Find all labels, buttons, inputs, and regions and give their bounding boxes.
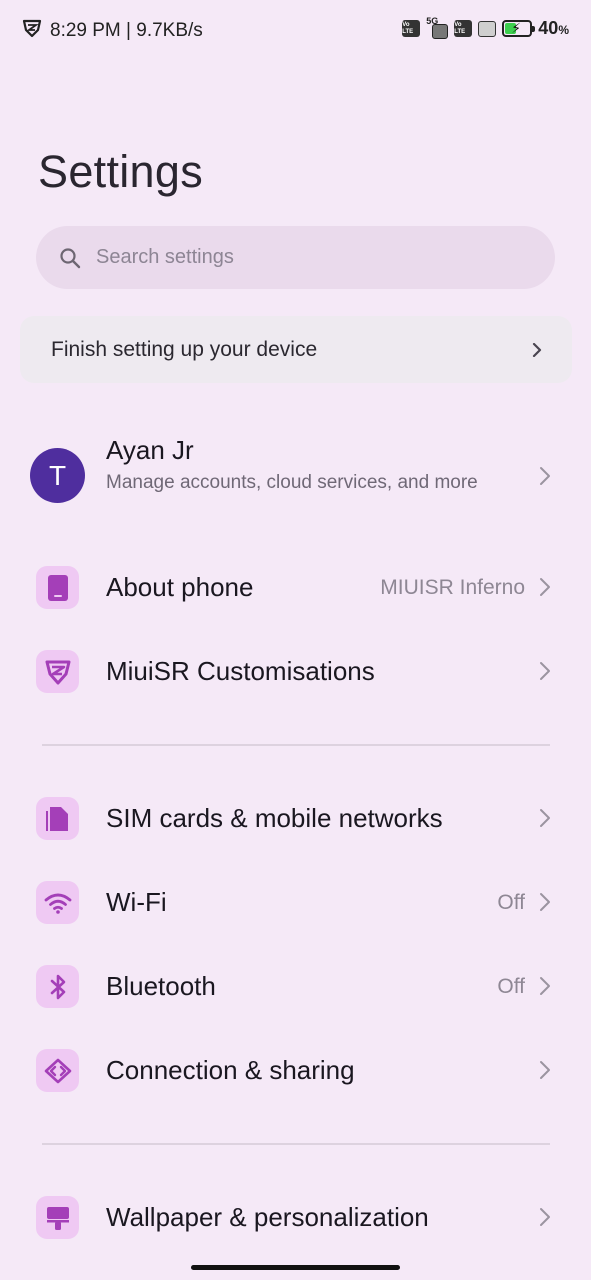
chevron-right-icon bbox=[530, 342, 544, 357]
settings-item-title: About phone bbox=[106, 572, 254, 602]
settings-item-wallpaper[interactable]: Wallpaper & personalization bbox=[0, 1195, 591, 1241]
sim-card-icon bbox=[36, 797, 79, 840]
settings-item-sim-cards[interactable]: SIM cards & mobile networks bbox=[0, 796, 591, 842]
charging-bolt-icon: ⚡ bbox=[511, 20, 522, 36]
battery-icon: ⚡ bbox=[502, 20, 536, 37]
account-name: Ayan Jr bbox=[106, 435, 194, 465]
settings-item-miuisr[interactable]: MiuiSR Customisations bbox=[0, 649, 591, 695]
avatar: T bbox=[30, 448, 85, 503]
phone-icon bbox=[36, 566, 79, 609]
battery-percent: 40% bbox=[538, 18, 569, 39]
miuisr-status-icon bbox=[22, 18, 42, 44]
settings-item-value: Off bbox=[497, 891, 525, 914]
settings-item-connection-sharing[interactable]: Connection & sharing bbox=[0, 1048, 591, 1094]
signal-5g-icon: 5G bbox=[426, 16, 449, 39]
status-right: Vo LTE 5G Vo LTE ⚡ 40% bbox=[402, 16, 569, 39]
settings-item-title: SIM cards & mobile networks bbox=[106, 803, 443, 833]
signal-icon-2 bbox=[478, 20, 497, 37]
settings-item-value: Off bbox=[497, 975, 525, 998]
chevron-right-icon bbox=[539, 1060, 551, 1080]
home-indicator[interactable] bbox=[191, 1265, 400, 1270]
search-input[interactable] bbox=[96, 246, 496, 269]
settings-item-about-phone[interactable]: About phone MIUISR Inferno bbox=[0, 565, 591, 611]
status-left: 8:29 PM | 9.7KB/s bbox=[22, 18, 203, 44]
finish-setup-label: Finish setting up your device bbox=[51, 337, 318, 361]
finish-setup-card[interactable]: Finish setting up your device bbox=[20, 316, 572, 383]
search-icon bbox=[58, 246, 82, 270]
chevron-right-icon bbox=[539, 466, 551, 486]
signal-box bbox=[432, 23, 449, 39]
page-title: Settings bbox=[38, 146, 203, 197]
status-bar: 8:29 PM | 9.7KB/s Vo LTE 5G Vo LTE ⚡ 40% bbox=[0, 0, 591, 62]
settings-item-title: Connection & sharing bbox=[106, 1055, 355, 1085]
wifi-icon bbox=[36, 881, 79, 924]
settings-item-title: Wallpaper & personalization bbox=[106, 1202, 429, 1232]
settings-item-title: Wi-Fi bbox=[106, 887, 167, 917]
chevron-right-icon bbox=[539, 577, 551, 597]
account-subtitle: Manage accounts, cloud services, and mor… bbox=[106, 472, 478, 493]
wallpaper-icon bbox=[36, 1196, 79, 1239]
settings-item-title: MiuiSR Customisations bbox=[106, 656, 375, 686]
battery-value: 40 bbox=[538, 18, 559, 38]
battery-unit: % bbox=[558, 23, 569, 37]
time-netspeed: 8:29 PM | 9.7KB/s bbox=[50, 20, 203, 41]
chevron-right-icon bbox=[539, 808, 551, 828]
connection-sharing-icon bbox=[36, 1049, 79, 1092]
settings-screen: 8:29 PM | 9.7KB/s Vo LTE 5G Vo LTE ⚡ 40%… bbox=[0, 0, 591, 1280]
bluetooth-icon bbox=[36, 965, 79, 1008]
section-divider bbox=[42, 1143, 550, 1145]
chevron-right-icon bbox=[539, 1207, 551, 1227]
settings-item-wifi[interactable]: Wi-Fi Off bbox=[0, 880, 591, 926]
chevron-right-icon bbox=[539, 892, 551, 912]
settings-item-value: MIUISR Inferno bbox=[380, 576, 525, 599]
volte-text-2: Vo LTE bbox=[454, 21, 466, 35]
section-divider bbox=[42, 744, 550, 746]
volte-icon-2: Vo LTE bbox=[454, 20, 473, 37]
miuisr-logo-icon bbox=[36, 650, 79, 693]
settings-item-title: Bluetooth bbox=[106, 971, 216, 1001]
chevron-right-icon bbox=[539, 661, 551, 681]
chevron-right-icon bbox=[539, 976, 551, 996]
volte-icon: Vo LTE bbox=[402, 20, 421, 37]
account-row[interactable]: T Ayan Jr Manage accounts, cloud service… bbox=[0, 430, 591, 530]
settings-item-bluetooth[interactable]: Bluetooth Off bbox=[0, 964, 591, 1010]
volte-text: Vo LTE bbox=[402, 21, 414, 35]
search-bar[interactable] bbox=[36, 226, 555, 289]
